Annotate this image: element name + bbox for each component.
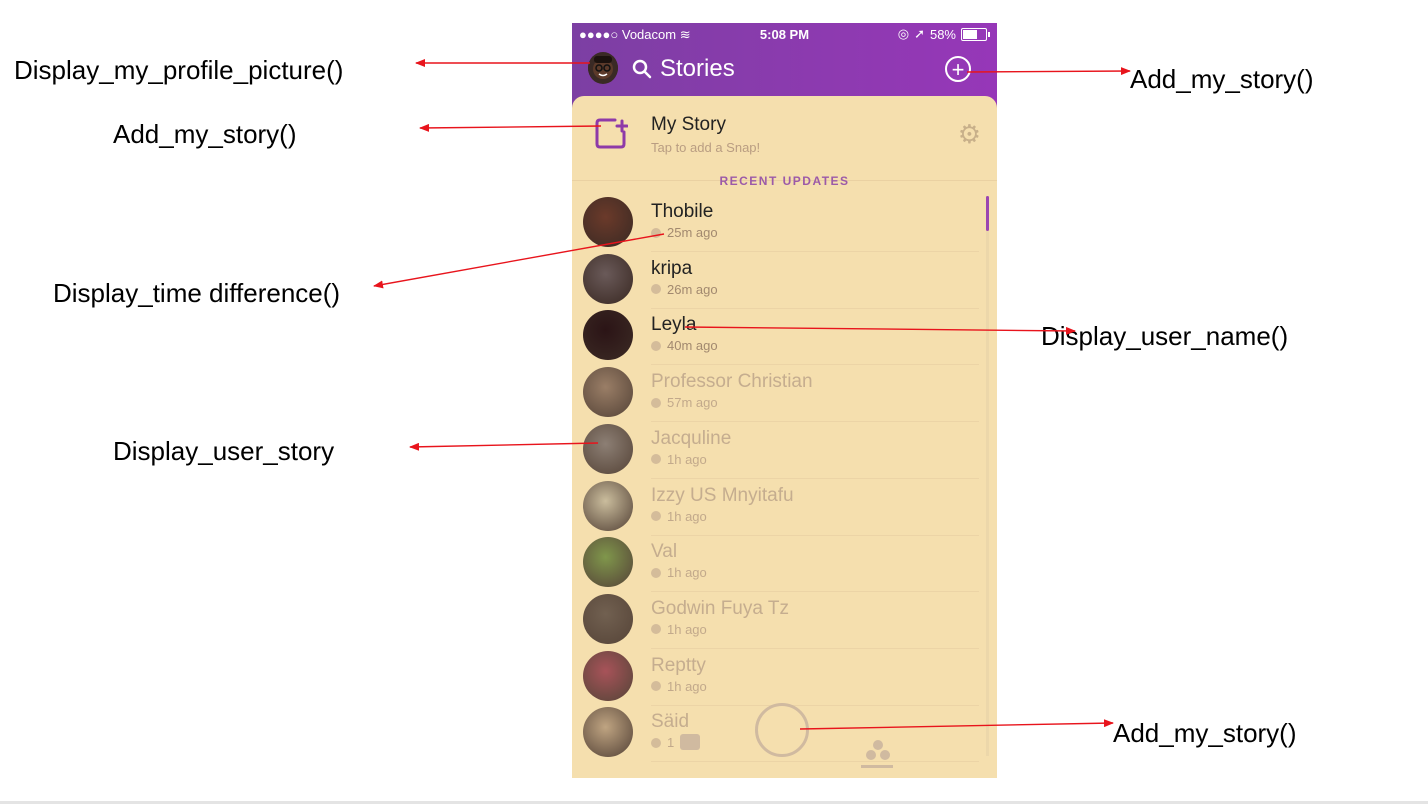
annotation-display-user-name: Display_user_name() bbox=[1041, 321, 1289, 351]
annotation-add-my-story-bottom-right: Add_my_story() bbox=[1113, 718, 1297, 748]
story-row[interactable]: Val 1h ago bbox=[572, 535, 997, 593]
page-title: Stories bbox=[660, 55, 735, 82]
story-user-name: Val bbox=[651, 541, 678, 563]
story-time-ago: 1h ago bbox=[651, 679, 707, 694]
story-avatar[interactable] bbox=[583, 707, 633, 758]
story-time-ago: 40m ago bbox=[651, 338, 718, 353]
story-timer-icon bbox=[651, 567, 661, 578]
story-row[interactable]: Professor Christian 57m ago bbox=[572, 365, 997, 423]
story-row[interactable]: kripa 26m ago bbox=[572, 252, 997, 309]
gear-icon[interactable]: ⚙ bbox=[958, 119, 981, 150]
story-time-ago: 1h ago bbox=[651, 452, 707, 467]
story-user-name: Izzy US Mnyitafu bbox=[651, 484, 794, 506]
story-timer-icon bbox=[651, 284, 661, 295]
add-snap-icon[interactable] bbox=[594, 116, 628, 150]
search-icon bbox=[632, 59, 652, 79]
status-right: ◎ ➚ 58% bbox=[898, 26, 990, 42]
arrow-user-story bbox=[409, 442, 599, 451]
story-time-text: 1 bbox=[667, 735, 675, 751]
story-time-ago: 1h ago bbox=[651, 565, 707, 580]
battery-percent: 58% bbox=[929, 26, 956, 42]
story-row[interactable]: Leyla 40m ago bbox=[572, 308, 997, 366]
story-row[interactable]: Thobile 25m ago bbox=[572, 195, 997, 252]
annotation-add-my-story-top-right: Add_my_story() bbox=[1130, 64, 1314, 94]
story-timer-icon bbox=[651, 227, 661, 238]
location-icon: ➚ bbox=[914, 26, 925, 41]
story-user-name: Jacquline bbox=[651, 427, 732, 449]
my-story-title: My Story bbox=[651, 114, 726, 135]
story-timer-icon bbox=[651, 454, 661, 465]
story-row[interactable]: Izzy US Mnyitafu 1h ago bbox=[572, 479, 997, 536]
story-user-name: Reptty bbox=[651, 654, 706, 676]
story-avatar[interactable] bbox=[583, 197, 633, 247]
story-timer-icon bbox=[651, 681, 661, 692]
phone-screen: ●●●●○ Vodacom ≋ 5:08 PM ◎ ➚ 58% Stories … bbox=[572, 23, 997, 778]
annotation-display-time-difference: Display_time difference() bbox=[53, 278, 341, 308]
add-story-button[interactable]: + bbox=[945, 56, 971, 82]
status-bar: ●●●●○ Vodacom ≋ 5:08 PM ◎ ➚ 58% bbox=[572, 23, 997, 45]
story-avatar[interactable] bbox=[583, 310, 633, 361]
story-user-name: kripa bbox=[651, 257, 693, 279]
section-title: RECENT UPDATES bbox=[719, 174, 850, 188]
story-row[interactable]: Jacquline 1h ago bbox=[572, 422, 997, 479]
camera-capture-button[interactable] bbox=[755, 703, 809, 757]
my-story-subtitle: Tap to add a Snap! bbox=[651, 140, 761, 155]
story-user-name: Thobile bbox=[651, 201, 714, 222]
annotation-add-my-story-left: Add_my_story() bbox=[113, 119, 297, 149]
story-avatar[interactable] bbox=[583, 593, 633, 644]
story-avatar[interactable] bbox=[583, 650, 633, 701]
story-row[interactable]: Reptty 1h ago bbox=[572, 649, 997, 706]
annotation-display-user-story: Display_user_story bbox=[113, 436, 335, 466]
story-time-ago: 26m ago bbox=[651, 282, 718, 297]
story-timer-icon bbox=[651, 340, 661, 351]
story-time-text: 40m ago bbox=[667, 338, 718, 354]
story-time-ago: 1 bbox=[651, 735, 674, 750]
my-profile-avatar[interactable] bbox=[588, 52, 618, 84]
chat-icon[interactable] bbox=[680, 734, 700, 750]
battery-icon bbox=[961, 27, 987, 41]
story-time-text: 1h ago bbox=[667, 565, 707, 581]
story-timer-icon bbox=[651, 397, 661, 408]
rotation-lock-icon: ◎ bbox=[897, 26, 910, 41]
story-avatar[interactable] bbox=[583, 253, 633, 304]
story-time-ago: 1h ago bbox=[651, 622, 707, 637]
story-user-name: Professor Christian bbox=[651, 371, 813, 393]
story-timer-icon bbox=[651, 737, 661, 748]
story-avatar[interactable] bbox=[583, 537, 633, 588]
story-avatar[interactable] bbox=[583, 423, 633, 474]
story-user-name: Säid bbox=[651, 711, 690, 733]
story-timer-icon bbox=[651, 624, 661, 635]
stories-search[interactable]: Stories bbox=[632, 55, 735, 83]
story-timer-icon bbox=[651, 511, 661, 521]
story-user-name: Godwin Fuya Tz bbox=[651, 597, 789, 619]
story-time-ago: 1h ago bbox=[651, 509, 707, 524]
story-time-text: 26m ago bbox=[667, 281, 718, 297]
story-time-text: 57m ago bbox=[667, 395, 718, 411]
story-row[interactable]: Godwin Fuya Tz 1h ago bbox=[572, 592, 997, 649]
story-time-text: 1h ago bbox=[667, 508, 707, 524]
annotation-display-my-profile-picture: Display_my_profile_picture() bbox=[14, 55, 344, 85]
discover-underline bbox=[861, 765, 893, 768]
story-user-name: Leyla bbox=[651, 314, 697, 336]
story-time-text: 1h ago bbox=[667, 451, 707, 467]
story-time-text: 1h ago bbox=[667, 621, 707, 637]
story-avatar[interactable] bbox=[583, 480, 633, 531]
story-time-ago: 57m ago bbox=[651, 395, 718, 410]
story-time-ago: 25m ago bbox=[651, 225, 718, 240]
my-story-row[interactable]: My Story Tap to add a Snap! ⚙ bbox=[572, 96, 997, 181]
story-avatar[interactable] bbox=[583, 367, 633, 418]
row-divider bbox=[651, 761, 979, 763]
story-time-text: 1h ago bbox=[667, 678, 707, 694]
story-time-text: 25m ago bbox=[667, 225, 718, 240]
